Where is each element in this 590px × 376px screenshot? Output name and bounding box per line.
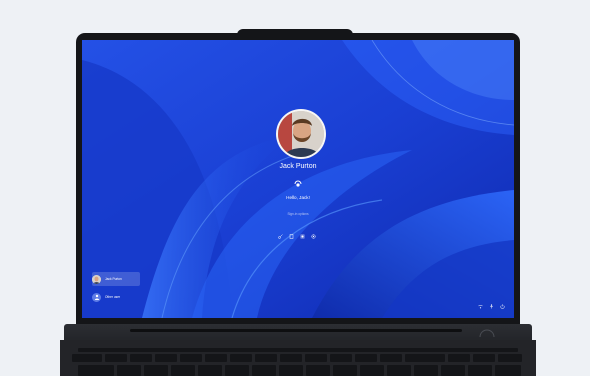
power-button-icon[interactable]	[478, 328, 496, 338]
hinge-slot	[130, 329, 462, 332]
lock-screen: Jack Purton Hello, Jack! Sign-in options	[82, 40, 514, 318]
accessibility-icon[interactable]	[489, 296, 494, 309]
user-icon	[92, 292, 101, 302]
power-icon[interactable]	[500, 296, 505, 309]
laptop-device: Jack Purton Hello, Jack! Sign-in options	[0, 0, 590, 376]
user-name: Jack Purton	[279, 163, 317, 170]
face-icon[interactable]	[300, 226, 305, 239]
key-icon[interactable]	[278, 226, 283, 239]
bloom-wallpaper	[82, 40, 514, 318]
account-item-selected[interactable]: Jack Purton	[92, 272, 140, 286]
face-recognition-icon	[294, 180, 302, 187]
network-icon[interactable]	[478, 296, 483, 309]
greeting-text: Hello, Jack!	[286, 195, 310, 200]
mini-avatar	[92, 274, 101, 284]
account-item-other[interactable]: Other user	[92, 290, 140, 304]
user-avatar	[276, 109, 326, 159]
sign-in-options-link[interactable]: Sign-in options	[82, 212, 514, 216]
sign-in-option-icons	[278, 226, 316, 239]
keyboard	[72, 348, 522, 376]
account-name: Jack Purton	[105, 277, 122, 281]
fingerprint-icon[interactable]	[311, 226, 316, 239]
pin-icon[interactable]	[289, 226, 294, 239]
keyboard-deck	[60, 340, 536, 376]
account-name: Other user	[105, 295, 121, 299]
system-tray	[478, 296, 505, 309]
